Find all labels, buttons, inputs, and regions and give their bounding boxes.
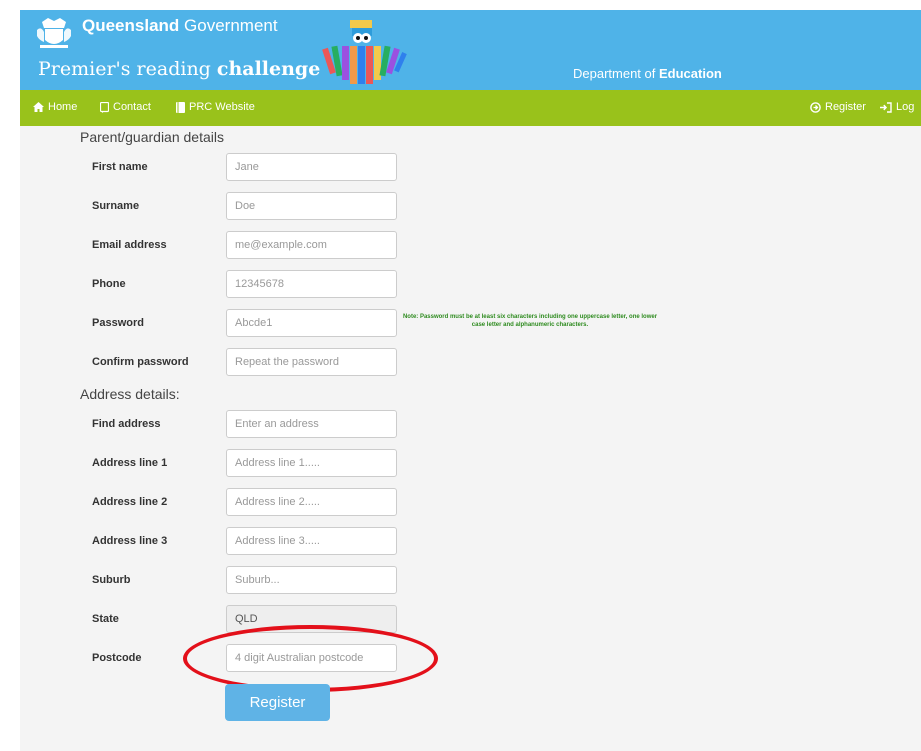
government-name-bold: Queensland bbox=[82, 16, 180, 35]
surname-label: Surname bbox=[92, 200, 140, 212]
nav-login[interactable]: Log bbox=[880, 101, 914, 113]
address-details-heading: Address details: bbox=[80, 386, 180, 402]
confirm-password-label: Confirm password bbox=[92, 356, 189, 368]
department-name-prefix: Department of bbox=[573, 66, 659, 81]
registration-form: Parent/guardian details First name Surna… bbox=[20, 126, 921, 751]
main-nav: Home Contact PRC Website Register Log bbox=[20, 90, 921, 126]
nav-register-label: Register bbox=[825, 101, 866, 113]
contact-icon bbox=[100, 101, 109, 113]
surname-input[interactable] bbox=[226, 192, 397, 220]
nav-prc-website[interactable]: PRC Website bbox=[176, 101, 255, 113]
email-label: Email address bbox=[92, 239, 167, 251]
nav-home[interactable]: Home bbox=[33, 101, 77, 113]
find-address-label: Find address bbox=[92, 418, 161, 430]
department-name: Department of Education bbox=[573, 66, 722, 81]
suburb-input[interactable] bbox=[226, 566, 397, 594]
queensland-crest-icon bbox=[37, 18, 71, 48]
address-line-1-input[interactable] bbox=[226, 449, 397, 477]
program-title-bold: challenge bbox=[216, 58, 321, 80]
address-line-2-label: Address line 2 bbox=[92, 496, 168, 508]
home-icon bbox=[33, 102, 44, 112]
address-line-1-label: Address line 1 bbox=[92, 457, 168, 469]
nav-home-label: Home bbox=[48, 101, 78, 113]
nav-prc-website-label: PRC Website bbox=[189, 101, 255, 113]
state-input[interactable] bbox=[226, 605, 397, 633]
register-button[interactable]: Register bbox=[225, 684, 330, 721]
first-name-input[interactable] bbox=[226, 153, 397, 181]
program-title: Premier's reading challenge bbox=[38, 58, 320, 80]
find-address-input[interactable] bbox=[226, 410, 397, 438]
first-name-label: First name bbox=[92, 161, 148, 173]
state-label: State bbox=[92, 613, 119, 625]
page: Queensland Government Premier's reading … bbox=[0, 0, 921, 751]
book-character-logo-icon bbox=[322, 20, 407, 84]
register-circle-icon bbox=[810, 101, 821, 113]
postcode-label: Postcode bbox=[92, 652, 142, 664]
password-note: Note: Password must be at least six char… bbox=[402, 314, 658, 328]
password-input[interactable] bbox=[226, 309, 397, 337]
government-name: Queensland Government bbox=[82, 16, 278, 36]
password-label: Password bbox=[92, 317, 144, 329]
address-line-3-input[interactable] bbox=[226, 527, 397, 555]
parent-guardian-heading: Parent/guardian details bbox=[80, 129, 224, 145]
government-name-rest: Government bbox=[179, 16, 278, 35]
phone-label: Phone bbox=[92, 278, 126, 290]
address-line-3-label: Address line 3 bbox=[92, 535, 168, 547]
email-input[interactable] bbox=[226, 231, 397, 259]
nav-contact[interactable]: Contact bbox=[100, 101, 151, 113]
site-header: Queensland Government Premier's reading … bbox=[20, 10, 921, 90]
nav-contact-label: Contact bbox=[113, 101, 151, 113]
program-title-prefix: Premier's reading bbox=[38, 58, 217, 80]
nav-login-label: Log bbox=[896, 101, 915, 113]
login-icon bbox=[880, 101, 892, 113]
phone-input[interactable] bbox=[226, 270, 397, 298]
book-icon bbox=[176, 101, 185, 113]
postcode-input[interactable] bbox=[226, 644, 397, 672]
department-name-bold: Education bbox=[659, 66, 722, 81]
address-line-2-input[interactable] bbox=[226, 488, 397, 516]
nav-register[interactable]: Register bbox=[810, 101, 866, 113]
suburb-label: Suburb bbox=[92, 574, 131, 586]
confirm-password-input[interactable] bbox=[226, 348, 397, 376]
